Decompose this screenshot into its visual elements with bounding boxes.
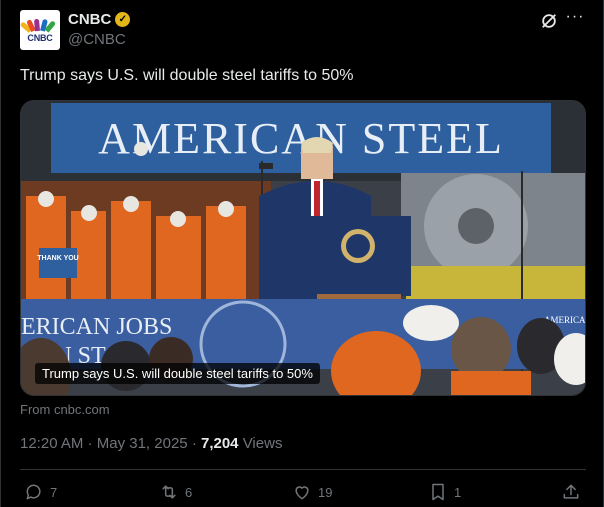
views-count: 7,204: [200, 435, 239, 452]
media-card[interactable]: AMERICAN STEEL THANK YOU ERICAN JOBS ST …: [20, 100, 586, 396]
peacock-logo-icon: [19, 17, 57, 33]
avatar-label: CNBC: [27, 33, 53, 43]
share-button[interactable]: [561, 482, 581, 502]
tweet-header: CNBC CNBC ✓ @CNBC ···: [19, 9, 586, 52]
display-name-row: CNBC ✓: [68, 11, 131, 28]
crowd-sign-text: THANK YOU: [37, 255, 78, 262]
reply-count: 7: [50, 484, 58, 500]
repost-icon: [162, 485, 176, 499]
tweet-detail: CNBC CNBC ✓ @CNBC ··· Trump says U.S. wi…: [0, 0, 604, 507]
bookmark-button[interactable]: 1: [428, 482, 461, 502]
action-bar: 7 6 19 1: [20, 482, 586, 504]
repost-count: 6: [185, 484, 193, 500]
tweet-meta: 12:20 AM · May 31, 2025 · 7,204 Views: [20, 435, 282, 452]
lower-banner-text-1: ERICAN JOBS: [21, 314, 172, 340]
like-count: 19: [318, 484, 333, 500]
repost-button[interactable]: 6: [159, 482, 192, 502]
bookmark-count: 1: [454, 484, 462, 500]
link-source[interactable]: From cnbc.com: [20, 402, 110, 417]
meta-separator: ·: [87, 435, 93, 452]
media-caption: Trump says U.S. will double steel tariff…: [35, 363, 320, 384]
media-image: AMERICAN STEEL THANK YOU ERICAN JOBS ST …: [21, 101, 585, 395]
handle[interactable]: @CNBC: [68, 31, 130, 48]
reply-icon: [26, 484, 41, 500]
tweet-text: Trump says U.S. will double steel tariff…: [20, 67, 354, 84]
avatar[interactable]: CNBC: [19, 10, 60, 50]
author-info: CNBC ✓ @CNBC: [68, 11, 131, 48]
like-button[interactable]: 19: [292, 482, 332, 502]
share-icon: [563, 484, 579, 499]
verified-badge-icon[interactable]: ✓: [115, 12, 131, 27]
divider: [20, 469, 586, 470]
display-name[interactable]: CNBC: [68, 11, 111, 28]
tweet-date[interactable]: May 31, 2025: [97, 435, 188, 452]
tweet-time[interactable]: 12:20 AM: [20, 435, 83, 452]
more-icon[interactable]: ···: [564, 9, 586, 30]
heart-icon: [295, 486, 309, 500]
bookmark-icon: [432, 483, 444, 501]
reply-button[interactable]: 7: [24, 482, 57, 502]
grok-icon[interactable]: [540, 12, 558, 30]
views-label: Views: [242, 435, 283, 452]
meta-separator-2: ·: [191, 435, 197, 452]
